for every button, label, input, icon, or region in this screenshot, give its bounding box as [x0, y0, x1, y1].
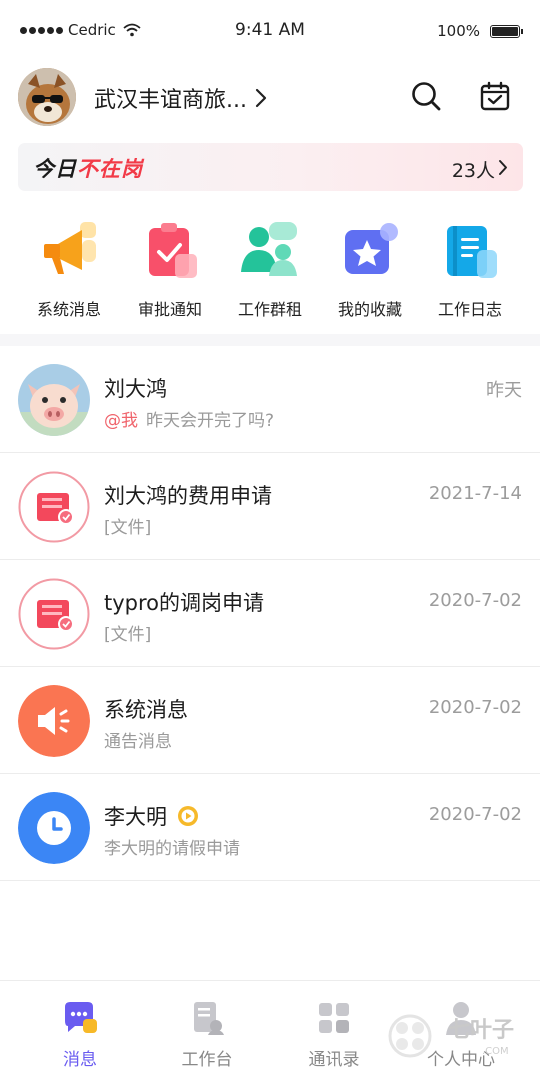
sender-name: 李大明 [104, 801, 199, 831]
quick-actions: 系统消息 审批通知 工作群租 我的收藏 工作日志 [0, 220, 540, 330]
message-time: 2020-7-02 [428, 804, 522, 825]
message-preview: 李大明的请假申请 [104, 839, 240, 859]
top-header: 武汉丰谊商旅... [0, 66, 540, 128]
quick-action-label: 系统消息 [36, 300, 101, 319]
watermark-subtext: .COM [482, 1046, 509, 1057]
section-divider [0, 334, 540, 346]
quick-action-label: 工作群租 [237, 300, 302, 319]
sender-name-text: 李大明 [104, 805, 167, 829]
message-preview: [文件] [104, 518, 152, 538]
message-preview-text: 昨天会开完了吗? [146, 411, 275, 431]
list-item[interactable]: typro的调岗申请 [文件] 2020-7-02 [0, 560, 540, 667]
avatar [18, 685, 90, 757]
quick-action-label: 工作日志 [437, 300, 502, 319]
message-time: 2021-7-14 [428, 483, 522, 504]
list-item[interactable]: 系统消息 通告消息 2020-7-02 [0, 667, 540, 774]
document-approval-icon [18, 578, 90, 650]
avatar [18, 578, 90, 650]
pig-photo-avatar-icon [18, 364, 90, 436]
tab-contacts[interactable]: 通讯录 [279, 999, 389, 1070]
watermark-text: 七叶子 [448, 1018, 515, 1043]
list-item[interactable]: 刘大鸿的费用申请 [文件] 2021-7-14 [0, 453, 540, 560]
message-list: 刘大鸿 @我 昨天会开完了吗? 昨天 刘大鸿的费用申请 [文件] 2021-7-1… [0, 346, 540, 881]
chat-bubble-icon [65, 1002, 97, 1033]
company-name: 武汉丰谊商旅... [94, 88, 247, 113]
list-item[interactable]: 刘大鸿 @我 昨天会开完了吗? 昨天 [0, 346, 540, 453]
quick-action-favorites[interactable]: 我的收藏 [320, 220, 420, 325]
quick-action-work-groups[interactable]: 工作群租 [220, 220, 320, 325]
quick-action-approvals[interactable]: 审批通知 [120, 220, 220, 325]
speaker-icon [18, 685, 90, 757]
chevron-right-icon [255, 88, 267, 108]
banner-title-highlight: 不在岗 [77, 157, 143, 181]
absent-count: 23人 [451, 160, 495, 182]
calendar-check-icon[interactable] [479, 80, 511, 112]
grid-contacts-icon [319, 1003, 349, 1033]
avatar [18, 792, 90, 864]
banner-title: 今日不在岗 [33, 153, 143, 183]
message-time: 2020-7-02 [428, 590, 522, 611]
message-title: typro的调岗申请 [104, 591, 265, 615]
message-time: 昨天 [486, 380, 522, 401]
message-preview: @我 昨天会开完了吗? [104, 406, 274, 431]
favorites-star-icon [345, 223, 398, 274]
battery-icon [490, 24, 523, 38]
message-time: 2020-7-02 [428, 697, 522, 718]
search-icon[interactable] [410, 80, 442, 112]
tab-messages[interactable]: 消息 [25, 999, 135, 1070]
absent-today-banner[interactable]: 今日不在岗 23人 [18, 143, 523, 191]
message-preview: 通告消息 [104, 732, 172, 752]
dog-avatar-icon [18, 68, 76, 126]
list-item[interactable]: 李大明 李大明的请假申请 2020-7-02 [0, 774, 540, 881]
company-switcher[interactable]: 武汉丰谊商旅... [94, 82, 267, 114]
quick-action-work-log[interactable]: 工作日志 [420, 220, 520, 325]
avatar [18, 471, 90, 543]
status-badge-icon [178, 806, 198, 826]
mention-tag: @我 [104, 411, 138, 431]
tab-label: 工作台 [181, 1050, 233, 1070]
megaphone-icon [44, 222, 96, 274]
workbench-document-icon [194, 1002, 224, 1035]
banner-title-prefix: 今日 [33, 157, 77, 181]
quick-action-label: 审批通知 [137, 300, 202, 319]
battery-indicator: 100% [437, 22, 523, 40]
quick-action-system-messages[interactable]: 系统消息 [19, 220, 119, 325]
tab-workbench[interactable]: 工作台 [152, 999, 262, 1070]
quick-action-label: 我的收藏 [337, 300, 402, 319]
status-bar: Cedric 9:41 AM 100% [0, 0, 540, 60]
message-preview: [文件] [104, 625, 152, 645]
battery-percent: 100% [437, 22, 480, 40]
user-avatar[interactable] [18, 68, 76, 126]
sender-name: 刘大鸿 [104, 377, 167, 401]
tab-label: 通讯录 [308, 1050, 360, 1070]
approval-clipboard-icon [149, 223, 197, 278]
message-title: 系统消息 [104, 698, 188, 722]
avatar [18, 364, 90, 436]
tab-label: 消息 [63, 1050, 97, 1070]
document-approval-icon [18, 471, 90, 543]
message-title: 刘大鸿的费用申请 [104, 484, 272, 508]
chevron-right-icon [499, 160, 507, 175]
clock-icon [18, 792, 90, 864]
group-chat-icon [241, 222, 297, 276]
worklog-notebook-icon [447, 226, 497, 278]
